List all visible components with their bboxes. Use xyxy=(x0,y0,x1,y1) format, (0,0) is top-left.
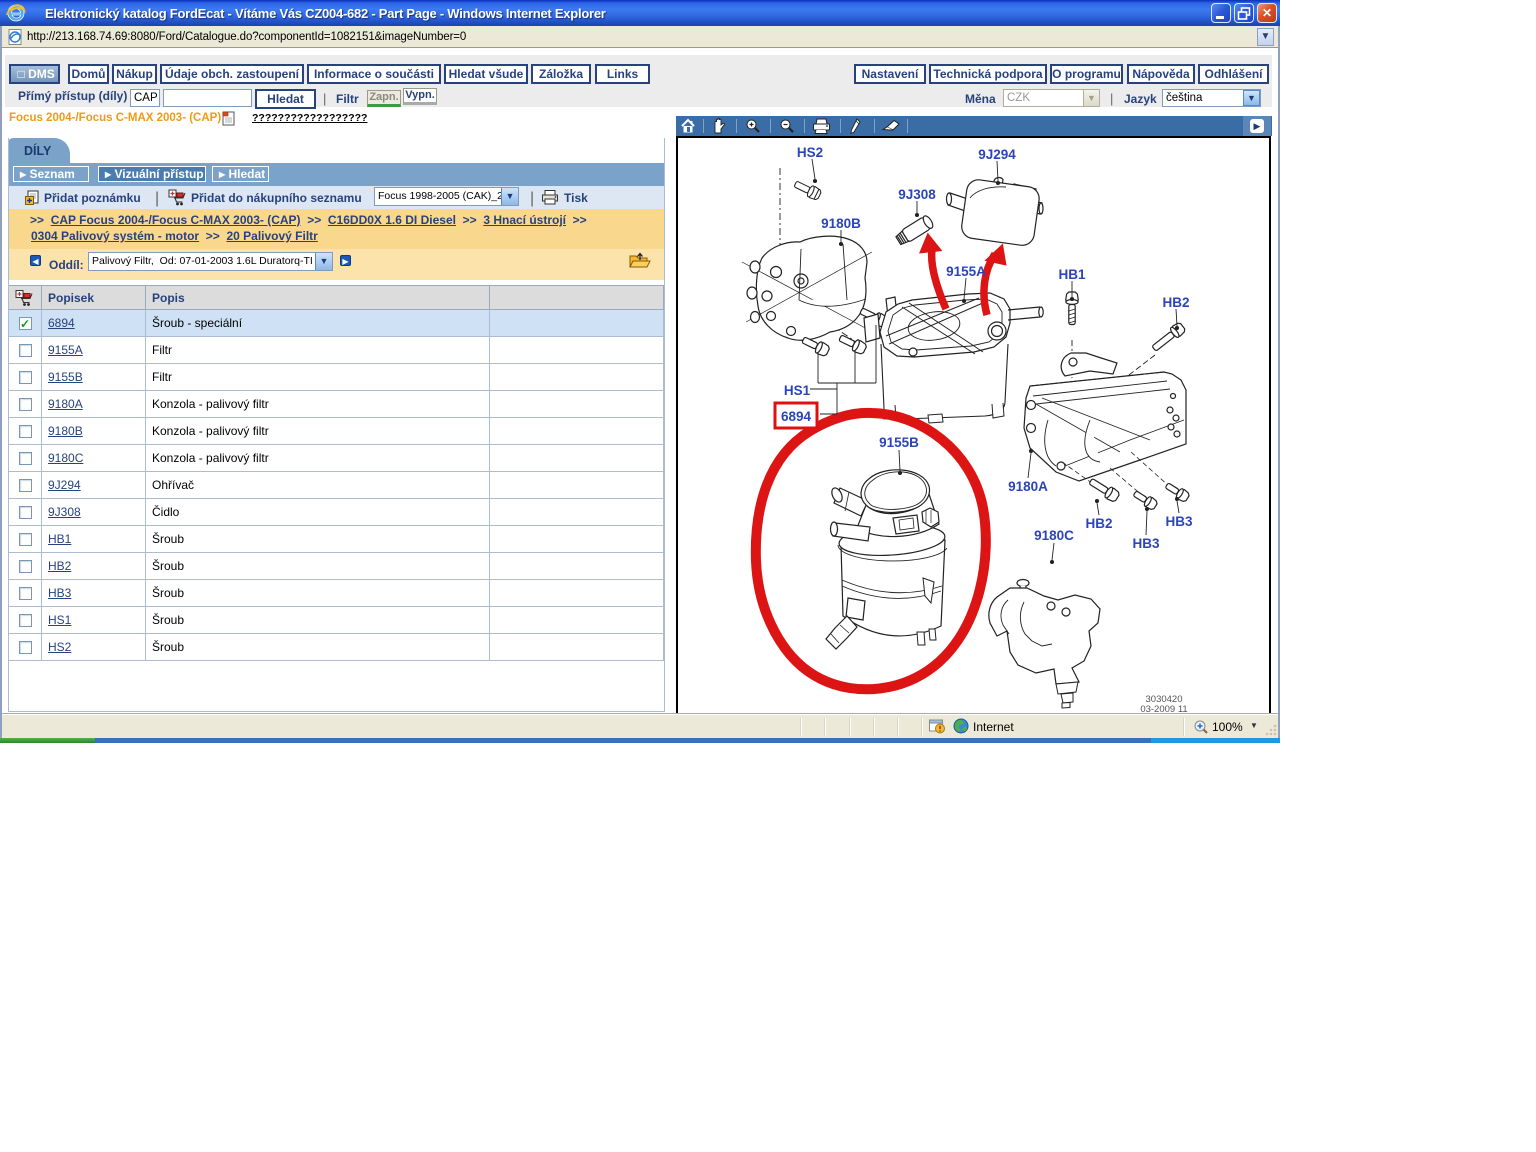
svg-text:9180A: 9180A xyxy=(1008,479,1048,494)
svg-text:HB3: HB3 xyxy=(1132,536,1159,551)
svg-text:9180B: 9180B xyxy=(821,216,861,231)
svg-text:9155A: 9155A xyxy=(946,264,986,279)
svg-text:HB2: HB2 xyxy=(1085,516,1112,531)
svg-text:HS1: HS1 xyxy=(784,383,811,398)
svg-text:03-2009 11: 03-2009 11 xyxy=(1140,704,1187,714)
svg-text:6894: 6894 xyxy=(781,409,812,424)
svg-text:HB1: HB1 xyxy=(1058,267,1085,282)
svg-text:9180C: 9180C xyxy=(1034,528,1074,543)
svg-text:HS2: HS2 xyxy=(797,145,823,160)
svg-text:9J294: 9J294 xyxy=(978,147,1016,162)
svg-text:9J308: 9J308 xyxy=(898,187,936,202)
svg-text:9155B: 9155B xyxy=(879,435,919,450)
svg-text:HB3: HB3 xyxy=(1165,514,1192,529)
svg-text:HB2: HB2 xyxy=(1162,295,1189,310)
